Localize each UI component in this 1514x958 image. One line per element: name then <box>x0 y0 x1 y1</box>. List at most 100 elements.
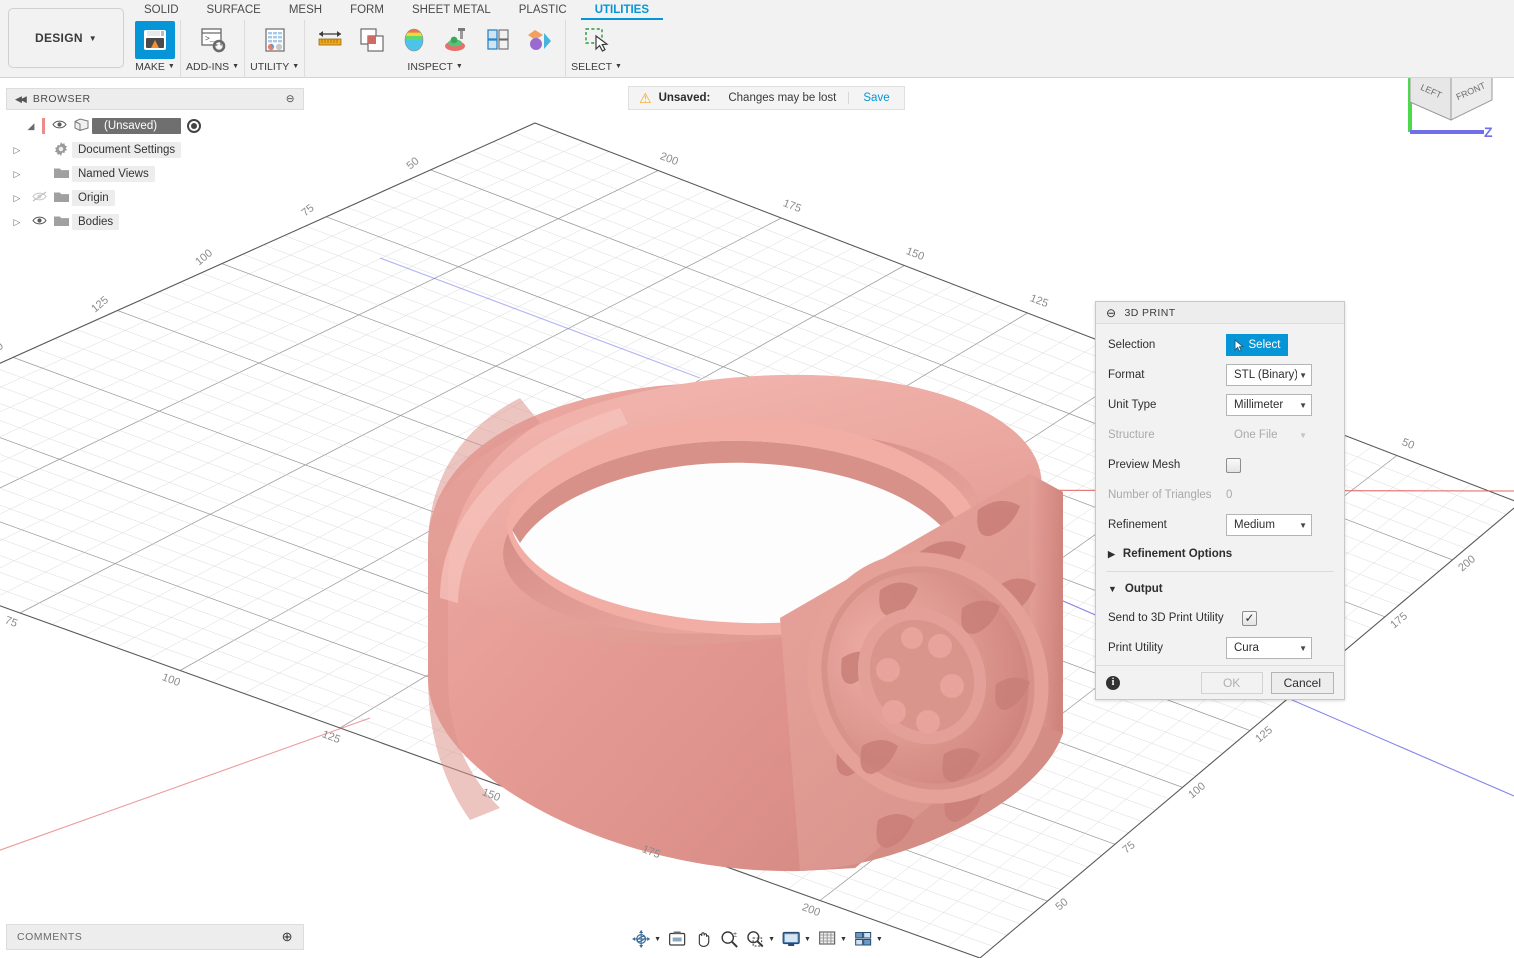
dialog-titlebar[interactable]: ⊖ 3D PRINT <box>1096 302 1344 324</box>
command-group-utility: UTILITY▼ <box>244 20 304 78</box>
chevron-down-icon: ▼ <box>168 63 175 70</box>
ring-3d-model[interactable] <box>415 347 1094 872</box>
chevron-down-icon[interactable]: ▼ <box>876 936 883 943</box>
workspace-switcher-button[interactable]: DESIGN ▼ <box>8 8 124 68</box>
refinement-options-section[interactable]: ▶ Refinement Options <box>1096 540 1344 568</box>
row-preview-mesh: Preview Mesh <box>1096 450 1344 480</box>
expander-icon[interactable]: ▷ <box>6 217 28 228</box>
command-window-selection-button[interactable] <box>577 21 617 59</box>
tab-surface[interactable]: SURFACE <box>193 0 275 20</box>
minimize-icon[interactable]: ⊖ <box>286 93 295 105</box>
nav-zoom-window-button[interactable]: ▼ <box>743 927 777 951</box>
chevron-down-icon: ▼ <box>1297 521 1307 530</box>
command-section-analysis-button[interactable] <box>478 21 518 59</box>
node-type-icon <box>70 118 92 134</box>
collapse-icon[interactable]: ◀◀ <box>15 94 25 105</box>
command-group-icons <box>250 20 299 60</box>
cancel-button[interactable]: Cancel <box>1271 672 1334 694</box>
grid-ruler-label: 175 <box>1388 610 1410 631</box>
activate-radio[interactable] <box>187 119 201 133</box>
eye-off-icon[interactable] <box>32 191 47 202</box>
format-value: STL (Binary) <box>1234 369 1297 381</box>
browser-tree: ◢(Unsaved)▷Document Settings▷Named Views… <box>6 110 304 234</box>
group-label-text: UTILITY <box>250 61 289 73</box>
browser-node-bodies[interactable]: ▷ Bodies <box>6 210 304 234</box>
command-curvature-comb-analysis-button[interactable] <box>394 21 434 59</box>
ok-button[interactable]: OK <box>1201 672 1263 694</box>
command-group-label-select[interactable]: SELECT▼ <box>571 60 622 76</box>
chevron-down-icon[interactable]: ▼ <box>654 936 661 943</box>
node-type-icon <box>50 167 72 182</box>
expander-icon[interactable]: ◢ <box>20 121 42 132</box>
command-group-inspect: INSPECT▼ <box>304 20 565 78</box>
command-group-label-add-ins[interactable]: ADD-INS▼ <box>186 60 239 76</box>
expander-icon[interactable]: ▷ <box>6 193 28 204</box>
number-of-triangles-label: Number of Triangles <box>1108 489 1226 501</box>
command-scripts-and-addins-button[interactable]: >_ <box>193 21 233 59</box>
tab-utilities[interactable]: UTILITIES <box>581 0 663 20</box>
chevron-down-icon[interactable]: ▼ <box>804 936 811 943</box>
send-to-utility-checkbox[interactable]: ✓ <box>1242 611 1257 626</box>
x-axis-line-left <box>0 718 370 868</box>
add-comment-icon[interactable]: ⊕ <box>282 929 293 945</box>
command-interference-button[interactable] <box>352 21 392 59</box>
expander-icon[interactable]: ▷ <box>6 145 28 156</box>
eye-icon[interactable] <box>32 215 47 226</box>
nav-display-settings-button[interactable]: ▼ <box>779 927 813 951</box>
format-dropdown[interactable]: STL (Binary) ▼ <box>1226 364 1312 386</box>
node-label: Named Views <box>72 166 155 182</box>
command-draft-analysis-button[interactable] <box>436 21 476 59</box>
visibility-toggle[interactable] <box>28 191 50 205</box>
command-measure-button[interactable] <box>310 21 350 59</box>
command-component-color-cycling-toggle-button[interactable] <box>520 21 560 59</box>
browser-node-origin[interactable]: ▷Origin <box>6 186 304 210</box>
expander-icon[interactable]: ▷ <box>6 169 28 180</box>
selection-label: Selection <box>1108 339 1226 351</box>
command-group-label-utility[interactable]: UTILITY▼ <box>250 60 299 76</box>
nav-look-at-button[interactable] <box>665 927 689 951</box>
nav-pan-button[interactable] <box>691 927 715 951</box>
eye-icon[interactable] <box>52 119 67 130</box>
chevron-down-icon[interactable]: ▼ <box>768 936 775 943</box>
browser-node-unsaved[interactable]: ◢(Unsaved) <box>6 114 304 138</box>
node-label: Bodies <box>72 214 119 230</box>
tab-sheet-metal[interactable]: SHEET METAL <box>398 0 505 20</box>
select-button[interactable]: Select <box>1226 334 1288 356</box>
info-icon[interactable]: i <box>1106 676 1120 690</box>
visibility-toggle[interactable] <box>28 215 50 229</box>
save-link[interactable]: Save <box>849 92 903 104</box>
structure-value: One File <box>1234 429 1297 441</box>
command-3d-print-button[interactable] <box>135 21 175 59</box>
tab-mesh[interactable]: MESH <box>275 0 336 20</box>
chevron-down-icon: ▼ <box>1297 431 1307 440</box>
visibility-toggle[interactable] <box>48 119 70 133</box>
nav-viewports-button[interactable]: ▼ <box>851 927 885 951</box>
tab-form[interactable]: FORM <box>336 0 398 20</box>
chevron-down-icon[interactable]: ▼ <box>840 936 847 943</box>
nav-grid-and-snaps-button[interactable]: ▼ <box>815 927 849 951</box>
grid-ruler-label: 125 <box>320 728 341 746</box>
tab-plastic[interactable]: PLASTIC <box>505 0 581 20</box>
nav-zoom-button[interactable]: ± <box>717 927 741 951</box>
command-computer-aided-engineering-button[interactable] <box>255 21 295 59</box>
browser-node-named-views[interactable]: ▷ Named Views <box>6 162 304 186</box>
dialog-footer: i OK Cancel <box>1096 665 1344 699</box>
dialog-collapse-icon[interactable]: ⊖ <box>1106 306 1116 320</box>
command-group-label-make[interactable]: MAKE▼ <box>135 60 175 76</box>
preview-mesh-checkbox[interactable] <box>1226 458 1241 473</box>
grid-ruler-label: 200 <box>800 901 821 919</box>
browser-node-document-settings[interactable]: ▷Document Settings <box>6 138 304 162</box>
command-group-label-inspect[interactable]: INSPECT▼ <box>310 60 560 76</box>
node-type-icon <box>50 142 72 159</box>
tab-solid[interactable]: SOLID <box>130 0 193 20</box>
modified-marker <box>42 118 45 134</box>
comments-panel[interactable]: COMMENTS ⊕ <box>6 924 304 950</box>
nav-orbit-button[interactable]: ▼ <box>629 927 663 951</box>
component-color-cycling-toggle-icon <box>525 25 555 55</box>
grid-ruler-label: 75 <box>1121 839 1138 856</box>
unit-type-dropdown[interactable]: Millimeter ▼ <box>1226 394 1312 416</box>
computer-aided-engineering-icon <box>260 25 290 55</box>
print-utility-dropdown[interactable]: Cura ▼ <box>1226 637 1312 659</box>
output-section[interactable]: ▼ Output <box>1096 575 1344 603</box>
refinement-dropdown[interactable]: Medium ▼ <box>1226 514 1312 536</box>
